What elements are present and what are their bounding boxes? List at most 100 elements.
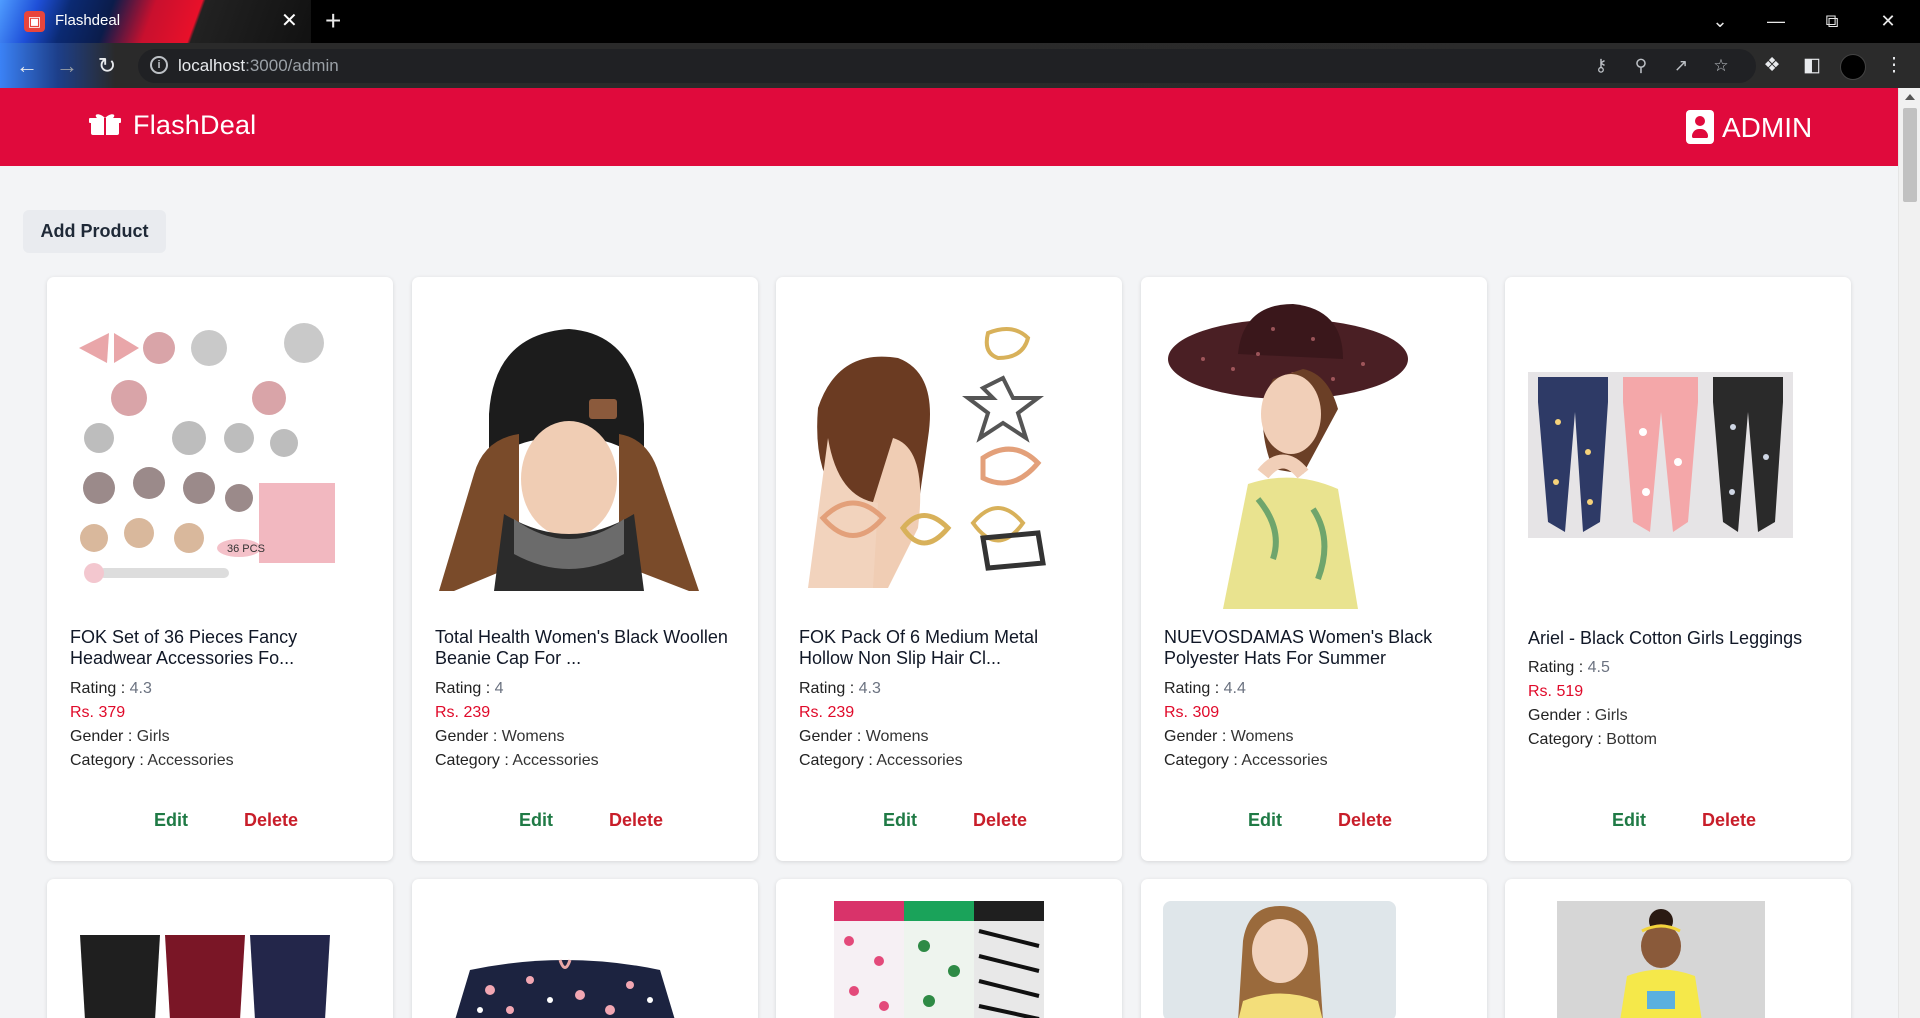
category-value: Accessories (1241, 752, 1328, 769)
new-tab-icon[interactable]: + (325, 7, 341, 35)
product-card: 36 PCS FOK Set of 36 Pieces Fancy Headwe… (47, 277, 393, 861)
product-image (798, 318, 1066, 588)
admin-label[interactable]: ADMIN (1722, 112, 1812, 144)
gender-label: Gender (1164, 728, 1218, 745)
add-product-button[interactable]: Add Product (23, 210, 166, 253)
delete-button[interactable]: Delete (609, 810, 663, 831)
category-value: Accessories (876, 752, 963, 769)
page-scrollbar[interactable] (1898, 88, 1920, 1018)
product-category: Category : Accessories (435, 752, 599, 769)
product-gender: Gender : Womens (1164, 728, 1294, 745)
product-title-line: FOK Set of 36 Pieces Fancy (70, 627, 298, 647)
restore-icon[interactable]: ⧉ (1804, 0, 1860, 43)
category-value: Bottom (1606, 731, 1657, 748)
extensions-puzzle-icon[interactable]: ❖ (1757, 51, 1787, 81)
bookmark-star-icon[interactable]: ☆ (1708, 54, 1734, 78)
minimize-icon[interactable]: — (1748, 0, 1804, 43)
product-title-line: FOK Pack Of 6 Medium Metal (799, 627, 1039, 647)
category-label: Category (435, 752, 500, 769)
product-title-line: Ariel - Black Cotton Girls Leggings (1528, 628, 1803, 648)
product-image (1163, 901, 1396, 1018)
delete-button[interactable]: Delete (1702, 810, 1756, 831)
site-info-icon[interactable]: i (150, 56, 168, 74)
product-price: Rs. 379 (70, 704, 126, 721)
gift-box-icon[interactable] (89, 112, 121, 136)
url-text: localhost:3000/admin (178, 56, 339, 76)
edit-button[interactable]: Edit (1248, 810, 1282, 831)
product-gender: Gender : Girls (70, 728, 170, 745)
edit-button[interactable]: Edit (883, 810, 917, 831)
product-image (75, 930, 340, 1018)
category-value: Accessories (147, 752, 234, 769)
gender-value: Womens (1230, 728, 1294, 745)
forward-arrow-icon[interactable]: → (52, 51, 82, 81)
edit-button[interactable]: Edit (154, 810, 188, 831)
category-value: Accessories (512, 752, 599, 769)
product-image (1163, 299, 1431, 609)
product-card (1505, 879, 1851, 1018)
tab-search-chevron-icon[interactable]: ⌄ (1692, 0, 1748, 43)
gender-label: Gender (70, 728, 124, 745)
reload-icon[interactable]: ↻ (92, 51, 122, 81)
side-panel-icon[interactable]: ◧ (1797, 51, 1827, 81)
product-title-line: Headwear Accessories Fo... (70, 648, 295, 668)
product-image (1557, 901, 1765, 1018)
share-icon[interactable]: ↗ (1668, 54, 1694, 78)
delete-button[interactable]: Delete (973, 810, 1027, 831)
product-title: Total Health Women's Black Woollen Beani… (435, 627, 740, 669)
product-title-line: Polyester Hats For Summer (1164, 648, 1387, 668)
product-card (776, 879, 1122, 1018)
key-icon[interactable]: ⚷ (1588, 54, 1614, 78)
product-category: Category : Accessories (1164, 752, 1328, 769)
product-gender: Gender : Girls (1528, 707, 1628, 724)
gender-value: Girls (136, 728, 170, 745)
rating-label: Rating (1528, 659, 1575, 676)
category-label: Category (70, 752, 135, 769)
gender-value: Womens (865, 728, 929, 745)
delete-button[interactable]: Delete (1338, 810, 1392, 831)
url-host: localhost (178, 56, 246, 75)
edit-button[interactable]: Edit (1612, 810, 1646, 831)
url-path: :3000/admin (245, 56, 339, 75)
zoom-icon[interactable]: ⚲ (1628, 54, 1654, 78)
scroll-up-arrow-icon[interactable] (1905, 94, 1915, 100)
rating-label: Rating (70, 680, 117, 697)
product-price: Rs. 239 (435, 704, 491, 721)
scrollbar-thumb[interactable] (1903, 108, 1917, 202)
flashdeal-favicon-icon: ▣ (24, 11, 45, 32)
admin-user-icon[interactable] (1686, 110, 1714, 144)
browser-toolbar: ← → ↻ i localhost:3000/admin ⚷ ⚲ ↗ ☆ ❖ ◧… (0, 43, 1920, 88)
product-rating: Rating : 4.4 (1164, 680, 1246, 697)
product-rating: Rating : 4 (435, 680, 504, 697)
rating-label: Rating (435, 680, 482, 697)
rating-label: Rating (1164, 680, 1211, 697)
tab-close-icon[interactable]: ✕ (281, 9, 298, 33)
product-image (1528, 372, 1793, 538)
address-bar[interactable]: i localhost:3000/admin ⚷ ⚲ ↗ ☆ (138, 49, 1756, 83)
product-card: Ariel - Black Cotton Girls Leggings Rati… (1505, 277, 1851, 861)
rating-value: 4.3 (858, 680, 881, 697)
product-price: Rs. 239 (799, 704, 855, 721)
product-title-line: NUEVOSDAMAS Women's Black (1164, 627, 1433, 647)
product-card (1141, 879, 1487, 1018)
product-card (412, 879, 758, 1018)
product-title: Ariel - Black Cotton Girls Leggings (1528, 628, 1833, 649)
product-image: 36 PCS (69, 318, 337, 588)
product-title-line: Beanie Cap For ... (435, 648, 582, 668)
edit-button[interactable]: Edit (519, 810, 553, 831)
category-label: Category (1164, 752, 1229, 769)
gender-value: Girls (1594, 707, 1628, 724)
logo-text[interactable]: FlashDeal (133, 110, 256, 141)
product-title: FOK Set of 36 Pieces Fancy Headwear Acce… (70, 627, 375, 669)
browser-tab[interactable]: ▣ Flashdeal ✕ (0, 0, 311, 43)
profile-avatar[interactable] (1840, 54, 1866, 80)
delete-button[interactable]: Delete (244, 810, 298, 831)
back-arrow-icon[interactable]: ← (12, 51, 42, 81)
product-category: Category : Bottom (1528, 731, 1657, 748)
browser-tab-bar: ▣ Flashdeal ✕ + ⌄ — ⧉ ✕ (0, 0, 1920, 43)
more-menu-icon[interactable]: ⋮ (1879, 51, 1909, 81)
app-navbar: FlashDeal ADMIN (0, 88, 1898, 166)
window-close-icon[interactable]: ✕ (1860, 0, 1916, 43)
product-category: Category : Accessories (70, 752, 234, 769)
product-rating: Rating : 4.3 (799, 680, 881, 697)
